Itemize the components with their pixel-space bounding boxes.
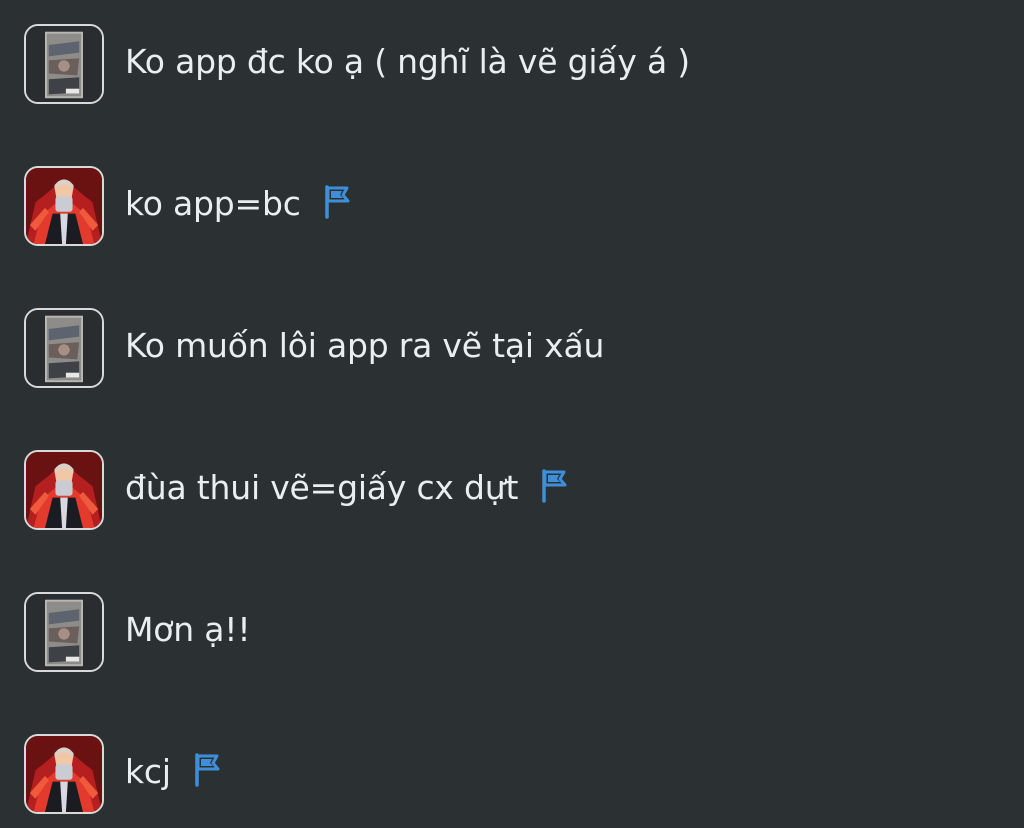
sketch-avatar-image [26,310,102,386]
sketch-avatar-image [26,594,102,670]
message-row: Mơn ạ!! [0,592,1024,676]
hero-avatar-image [26,168,102,244]
message-text: ko app=bc [125,180,351,228]
hero-avatar-image [26,452,102,528]
avatar[interactable] [24,24,104,104]
message-row: Ko muốn lôi app ra vẽ tại xấu [0,308,1024,392]
message-row: ko app=bc [0,166,1024,250]
message-text: kcj [125,748,221,796]
avatar[interactable] [24,450,104,530]
message-text: Ko muốn lôi app ra vẽ tại xấu [125,322,604,370]
message-content: Ko app đc ko ạ ( nghĩ là vẽ giấy á ) [125,42,690,81]
message-text: Mơn ạ!! [125,606,251,654]
flag-icon[interactable] [540,468,568,503]
message-row: đùa thui vẽ=giấy cx dựt [0,450,1024,534]
sketch-avatar-image [26,26,102,102]
message-list: Ko app đc ko ạ ( nghĩ là vẽ giấy á ) ko … [0,0,1024,828]
avatar[interactable] [24,592,104,672]
avatar[interactable] [24,166,104,246]
message-content: Mơn ạ!! [125,610,251,649]
message-row: Ko app đc ko ạ ( nghĩ là vẽ giấy á ) [0,24,1024,108]
hero-avatar-image [26,736,102,812]
avatar[interactable] [24,734,104,814]
message-content: ko app=bc [125,184,301,223]
flag-icon[interactable] [193,752,221,787]
flag-icon[interactable] [323,184,351,219]
message-content: Ko muốn lôi app ra vẽ tại xấu [125,326,605,365]
avatar[interactable] [24,308,104,388]
message-content: kcj [125,752,171,791]
message-text: đùa thui vẽ=giấy cx dựt [125,464,568,512]
message-text: Ko app đc ko ạ ( nghĩ là vẽ giấy á ) [125,38,690,86]
message-row: kcj [0,734,1024,818]
message-content: đùa thui vẽ=giấy cx dựt [125,468,519,507]
